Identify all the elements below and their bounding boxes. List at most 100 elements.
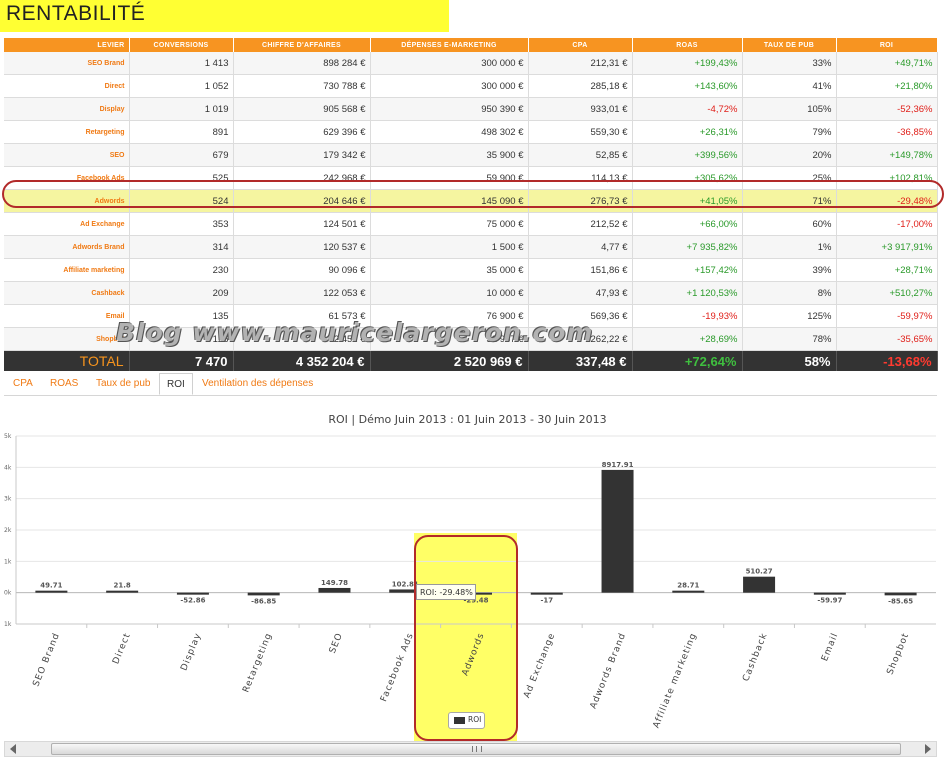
- bar: [35, 590, 68, 593]
- cell-depenses: 75 000 €: [370, 212, 529, 236]
- bar: [247, 592, 280, 596]
- cell-depenses: 35 000 €: [370, 258, 529, 282]
- cell-cpa: 276,73 €: [528, 189, 633, 213]
- grip-icon: [472, 746, 482, 752]
- cell-taux: 78%: [742, 327, 837, 351]
- cell-conversions: 891: [129, 120, 234, 144]
- cell-roas: +143,60%: [632, 74, 743, 98]
- bar: [106, 590, 139, 593]
- data-label: -59.97: [817, 597, 842, 605]
- cell-ca: 898 284 €: [233, 52, 371, 75]
- cell-roas: +199,43%: [632, 52, 743, 75]
- chart-title: ROI | Démo Juin 2013 : 01 Juin 2013 - 30…: [328, 413, 607, 426]
- total-ca: 4 352 204 €: [233, 350, 371, 371]
- cell-depenses: 145 090 €: [370, 189, 529, 213]
- cell-roas: -4,72%: [632, 97, 743, 121]
- cell-levier: Adwords Brand: [4, 235, 130, 259]
- y-tick-label: 3k: [4, 496, 12, 503]
- cell-cpa: 933,01 €: [528, 97, 633, 121]
- table-row: SEO Brand 1 413 898 284 €300 000 €212,31 €…: [4, 52, 938, 75]
- cell-taux: 105%: [742, 97, 837, 121]
- chart-legend[interactable]: ROI: [448, 712, 485, 729]
- bar: [813, 592, 846, 595]
- x-tick-label: Direct: [111, 631, 133, 665]
- bar: [884, 592, 917, 596]
- page-title: RENTABILITÉ: [0, 0, 449, 32]
- legend-swatch: [454, 717, 465, 724]
- table-row: Cashback 209 122 053 €10 000 €47,93 € +1 12…: [4, 281, 938, 305]
- cell-levier: Direct: [4, 74, 130, 98]
- data-label: -86.85: [251, 597, 276, 605]
- cell-ca: 122 053 €: [233, 281, 371, 305]
- cell-levier: Cashback: [4, 281, 130, 305]
- data-label: 49.71: [40, 582, 62, 590]
- bar: [601, 469, 634, 593]
- data-label: 8917.91: [602, 461, 634, 469]
- scroll-left-arrow-icon[interactable]: [10, 744, 16, 754]
- cell-levier: Email: [4, 304, 130, 328]
- cell-taux: 125%: [742, 304, 837, 328]
- y-tick-label: 2k: [4, 527, 12, 534]
- cell-levier: Affiliate marketing: [4, 258, 130, 282]
- cell-cpa: 52,85 €: [528, 143, 633, 167]
- cell-roi: -35,65%: [836, 327, 938, 351]
- cell-roas: +41,05%: [632, 189, 743, 213]
- cell-ca: 120 537 €: [233, 235, 371, 259]
- legend-label: ROI: [468, 715, 482, 724]
- cell-depenses: 59 900 €: [370, 166, 529, 190]
- tab-ventilation-des-depenses[interactable]: Ventilation des dépenses: [195, 373, 320, 395]
- tab-cpa[interactable]: CPA: [6, 373, 40, 395]
- bar: [318, 587, 351, 593]
- total-depenses: 2 520 969 €: [370, 350, 529, 371]
- table-row: Retargeting 891 629 396 €498 302 €559,30 €…: [4, 120, 938, 144]
- table-row: Affiliate marketing 230 90 096 €35 000 €15…: [4, 258, 938, 282]
- cell-taux: 39%: [742, 258, 837, 282]
- cell-cpa: 212,52 €: [528, 212, 633, 236]
- table-row: Ad Exchange 353 124 501 €75 000 €212,52 € +…: [4, 212, 938, 236]
- chart-tooltip: ROI: -29.48%: [416, 584, 476, 600]
- cell-levier: SEO Brand: [4, 52, 130, 75]
- header-cpa: CPA: [528, 38, 633, 52]
- data-label: 21.8: [114, 582, 131, 590]
- cell-depenses: 498 302 €: [370, 120, 529, 144]
- tab-roas[interactable]: ROAS: [43, 373, 85, 395]
- scroll-right-arrow-icon[interactable]: [925, 744, 931, 754]
- table-row: SEO 679 179 342 €35 900 €52,85 € +399,56% 20…: [4, 143, 938, 167]
- cell-conversions: 230: [129, 258, 234, 282]
- data-label: -85.65: [888, 597, 913, 605]
- tab-taux-de-pub[interactable]: Taux de pub: [89, 373, 158, 395]
- table-row: Adwords Brand 314 120 537 €1 500 €4,77 € +7…: [4, 235, 938, 259]
- cell-ca: 730 788 €: [233, 74, 371, 98]
- cell-taux: 41%: [742, 74, 837, 98]
- cell-cpa: 47,93 €: [528, 281, 633, 305]
- cell-conversions: 525: [129, 166, 234, 190]
- cell-levier: Ad Exchange: [4, 212, 130, 236]
- cell-roi: -29,48%: [836, 189, 938, 213]
- cell-roas: +399,56%: [632, 143, 743, 167]
- tab-roi[interactable]: ROI: [159, 373, 193, 395]
- cell-depenses: 10 000 €: [370, 281, 529, 305]
- x-tick-label: SEO Brand: [31, 631, 62, 688]
- cell-ca: 204 646 €: [233, 189, 371, 213]
- data-label: -52.86: [180, 597, 205, 605]
- cell-conversions: 314: [129, 235, 234, 259]
- cell-taux: 8%: [742, 281, 837, 305]
- total-taux: 58%: [742, 350, 837, 371]
- cell-conversions: 209: [129, 281, 234, 305]
- cell-roas: +26,31%: [632, 120, 743, 144]
- cell-taux: 1%: [742, 235, 837, 259]
- cell-taux: 79%: [742, 120, 837, 144]
- cell-cpa: 151,86 €: [528, 258, 633, 282]
- horizontal-scrollbar[interactable]: [4, 741, 937, 757]
- bar: [530, 592, 563, 595]
- cell-levier: Retargeting: [4, 120, 130, 144]
- x-tick-label: Adwords Brand: [589, 631, 629, 710]
- cell-taux: 25%: [742, 166, 837, 190]
- cell-ca: 90 096 €: [233, 258, 371, 282]
- scrollbar-thumb[interactable]: [51, 743, 901, 755]
- chart-tabs: CPA ROAS Taux de pub ROI Ventilation des…: [4, 371, 937, 396]
- cell-roas: +305,62%: [632, 166, 743, 190]
- header-depenses: DÉPENSES E-MARKETING: [370, 38, 529, 52]
- cell-roi: +28,71%: [836, 258, 938, 282]
- cell-roi: +149,78%: [836, 143, 938, 167]
